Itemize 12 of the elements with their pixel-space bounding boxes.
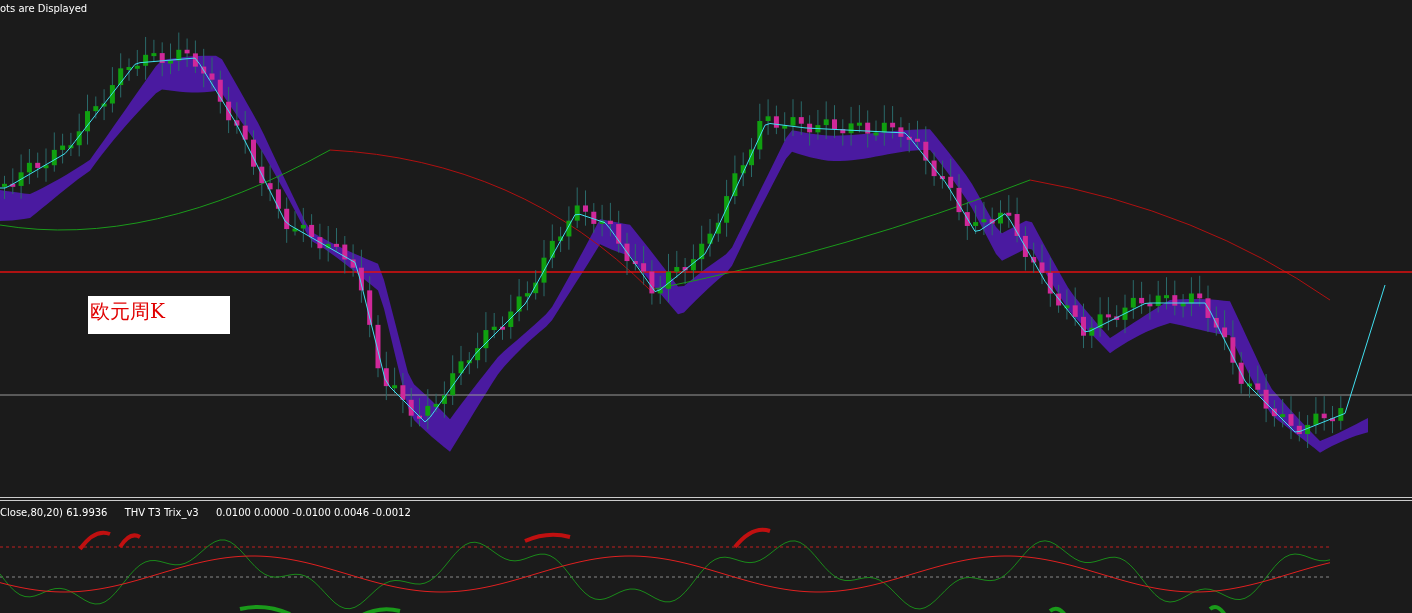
chart-label: 欧元周K: [88, 296, 230, 334]
indicator-name: THV T3 Trix_v3: [124, 507, 199, 518]
trix-signal-mark: [733, 527, 771, 549]
chart-legend: ots are Displayed: [0, 3, 88, 14]
trix-signal-mark: [239, 604, 291, 613]
indicator-params: Close,80,20) 61.9936: [0, 507, 108, 518]
indicator-values: 0.0100 0.0000 -0.0100 0.0046 -0.0012: [215, 507, 411, 518]
trix-signal-mark: [524, 532, 571, 543]
trix-signal-mark: [1208, 605, 1227, 613]
trix-signal-mark: [118, 533, 141, 549]
trix-signal-mark: [1048, 606, 1067, 613]
trix-signal-mark: [78, 530, 111, 551]
